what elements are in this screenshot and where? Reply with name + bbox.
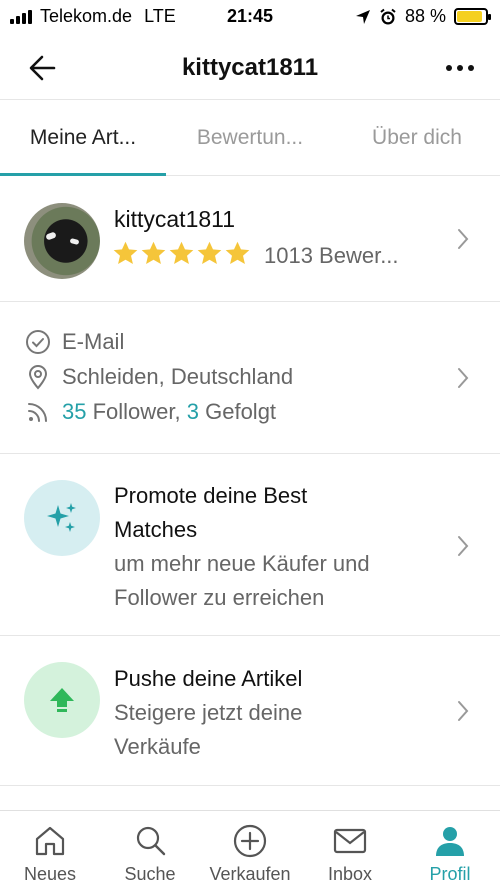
email-line: E-Mail [24,328,124,356]
chevron-right-icon [458,368,469,388]
star-icon [169,241,194,264]
tabbar-label: Neues [23,864,77,884]
battery-percent: 88 % [404,6,446,26]
star-icon [197,241,222,264]
tab-ueber-dich[interactable]: Über dich [334,100,500,176]
promote-subtitle-line1: um mehr neue Käufer und [114,551,370,576]
bottom-tab-bar: Neues Suche Verkaufen Inbox Profil [0,810,500,888]
arrow-left-icon [29,55,56,81]
push-subtitle-line1: Steigere jetzt deine [114,700,303,725]
navbar: kittycat1811 [0,34,500,100]
profile-icon [436,827,464,856]
back-button[interactable] [24,48,64,88]
tabbar-item-profil[interactable]: Profil [400,811,500,888]
chevron-right-icon [458,701,469,721]
profile-row[interactable]: kittycat1811 1013 Bewer... [0,176,500,302]
profile-username: kittycat1811 [114,206,236,232]
home-icon [35,826,65,856]
info-row[interactable]: E-Mail Schleiden, Deutschland 35 Followe… [0,302,500,454]
status-bar: Telekom.de LTE 21:45 88 % [0,0,500,34]
star-icon [141,241,166,264]
plus-circle-icon [233,824,267,858]
profile-tabs: Meine Art... Bewertun... Über dich [0,100,500,176]
promote-subtitle-line2: Follower zu erreichen [114,585,325,610]
chevron-right-icon [458,229,469,249]
tabbar-label: Suche [124,864,176,884]
search-icon [136,826,166,856]
star-icon [113,241,138,264]
sparkles-icon [47,503,76,532]
rating-stars [112,240,251,267]
following-label: Gefolgt [199,399,277,424]
tab-meine-artikel[interactable]: Meine Art... [0,100,166,176]
rating-count: 1013 Bewer... [264,243,399,268]
tabbar-item-verkaufen[interactable]: Verkaufen [200,811,300,888]
location-line: Schleiden, Deutschland [24,363,293,391]
more-horizontal-icon [446,65,452,71]
followers-line: 35 Follower, 3 Gefolgt [24,398,276,426]
rss-icon [24,398,52,426]
promote-title-line1: Promote deine Best [114,483,308,508]
location-arrow-icon [355,9,370,24]
tabbar-label: Profil [429,864,471,884]
tabbar-item-neues[interactable]: Neues [0,811,100,888]
status-right: 88 % [355,6,491,27]
tabbar-item-suche[interactable]: Suche [100,811,200,888]
tabbar-label: Verkaufen [209,864,291,884]
tab-bewertungen[interactable]: Bewertun... [166,100,334,176]
email-label: E-Mail [62,329,125,354]
promote-title-line2: Matches [114,517,198,542]
battery-icon [454,8,491,25]
check-circle-icon [24,328,52,356]
location-pin-icon [24,363,52,391]
followers-label: Follower, [86,399,187,424]
location-label: Schleiden, Deutschland [62,364,294,389]
tabbar-label: Inbox [327,864,373,884]
followers-count[interactable]: 35 [62,399,86,425]
chevron-right-icon [458,536,469,556]
star-icon [225,241,250,264]
promote-icon-circle [24,480,100,556]
mail-icon [333,828,367,854]
push-icon-circle [24,662,100,738]
more-button[interactable] [438,48,482,88]
page-title: kittycat1811 [181,54,319,81]
arrow-up-icon [50,688,74,712]
push-title: Pushe deine Artikel [114,666,303,691]
tabbar-item-inbox[interactable]: Inbox [300,811,400,888]
promote-row[interactable]: Promote deine Best Matches um mehr neue … [0,454,500,636]
avatar [24,203,100,279]
following-count[interactable]: 3 [187,399,199,425]
alarm-icon [380,8,396,24]
push-row[interactable]: Pushe deine Artikel Steigere jetzt deine… [0,636,500,786]
push-subtitle-line2: Verkäufe [114,734,201,759]
